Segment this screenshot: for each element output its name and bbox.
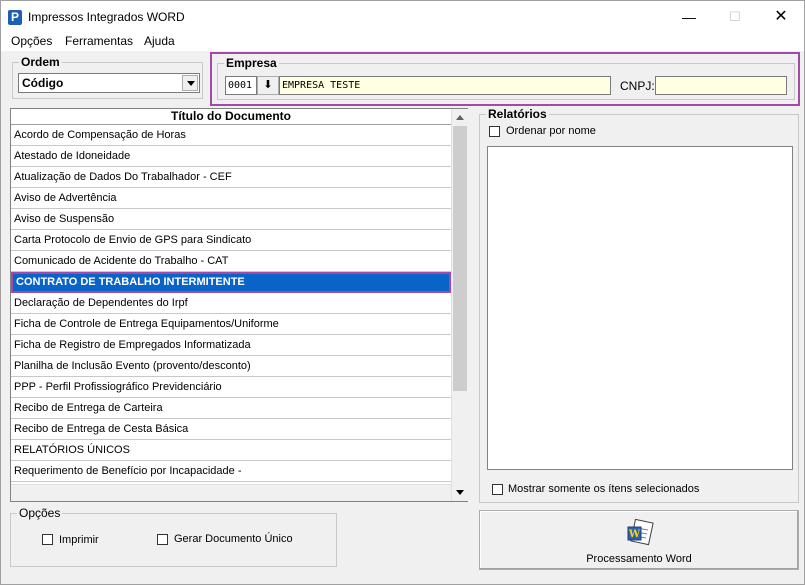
column-header-titulo[interactable]: Título do Documento <box>11 109 451 125</box>
table-row[interactable]: PPP - Perfil Profissiográfico Previdenci… <box>11 377 451 398</box>
svg-text:W: W <box>628 529 641 540</box>
table-row[interactable]: Carta Protocolo de Envio de GPS para Sin… <box>11 230 451 251</box>
scroll-up-icon[interactable] <box>452 109 468 126</box>
table-row[interactable]: Aviso de Suspensão <box>11 209 451 230</box>
processamento-word-label: Processamento Word <box>586 553 692 565</box>
chevron-down-icon[interactable] <box>182 75 198 91</box>
gerar-documento-unico-checkbox[interactable] <box>157 534 168 545</box>
table-row-selected[interactable]: CONTRATO DE TRABALHO INTERMITENTE <box>11 272 451 293</box>
table-row[interactable]: Declaração de Dependentes do Irpf <box>11 293 451 314</box>
table-row[interactable]: Ficha de Registro de Empregados Informat… <box>11 335 451 356</box>
table-row[interactable]: Recibo de Entrega de Carteira <box>11 398 451 419</box>
imprimir-label: Imprimir <box>59 534 99 546</box>
menu-bar: Opções Ferramentas Ajuda <box>1 33 804 51</box>
processamento-word-button[interactable]: W Processamento Word <box>479 510 799 570</box>
minimize-button[interactable]: — <box>666 1 712 33</box>
table-row[interactable]: RELATÓRIOS ÚNICOS <box>11 440 451 461</box>
table-row[interactable]: Atualização de Dados Do Trabalhador - CE… <box>11 167 451 188</box>
title-bar: P Impressos Integrados WORD — ☐ ✕ <box>1 1 804 33</box>
ordenar-por-nome-label: Ordenar por nome <box>506 125 596 137</box>
ordem-selected-value: Código <box>22 76 64 90</box>
mostrar-somente-label: Mostrar somente os ítens selecionados <box>508 483 700 495</box>
app-icon: P <box>8 10 22 25</box>
documents-rows: Acordo de Compensação de Horas Atestado … <box>11 125 451 482</box>
maximize-button[interactable]: ☐ <box>712 1 758 33</box>
table-row[interactable]: Acordo de Compensação de Horas <box>11 125 451 146</box>
scrollbar-thumb[interactable] <box>453 126 467 391</box>
horizontal-scrollbar[interactable] <box>11 484 451 501</box>
table-row[interactable]: Aviso de Advertência <box>11 188 451 209</box>
ordem-label: Ordem <box>19 55 62 69</box>
table-row[interactable]: Atestado de Idoneidade <box>11 146 451 167</box>
table-row[interactable]: Ficha de Controle de Entrega Equipamento… <box>11 314 451 335</box>
opcoes-label: Opções <box>17 506 63 520</box>
documents-list[interactable]: Título do Documento Acordo de Compensaçã… <box>10 108 468 502</box>
gerar-documento-unico-label: Gerar Documento Único <box>174 533 293 545</box>
window-title: Impressos Integrados WORD <box>28 10 185 24</box>
menu-ajuda[interactable]: Ajuda <box>144 34 175 48</box>
mostrar-somente-checkbox[interactable] <box>492 484 503 495</box>
ordenar-por-nome-checkbox[interactable] <box>489 126 500 137</box>
menu-ferramentas[interactable]: Ferramentas <box>65 34 133 48</box>
close-button[interactable]: ✕ <box>758 1 804 33</box>
ordem-select[interactable]: Código <box>18 73 200 93</box>
scroll-down-icon[interactable] <box>452 484 468 501</box>
vertical-scrollbar[interactable] <box>451 109 468 501</box>
imprimir-checkbox[interactable] <box>42 534 53 545</box>
word-document-icon: W <box>627 519 654 546</box>
relatorios-label: Relatórios <box>486 107 549 121</box>
table-row[interactable]: Requerimento de Benefício por Incapacida… <box>11 461 451 482</box>
table-row[interactable]: Planilha de Inclusão Evento (provento/de… <box>11 356 451 377</box>
relatorios-list[interactable] <box>487 146 793 470</box>
table-row[interactable]: Recibo de Entrega de Cesta Básica <box>11 419 451 440</box>
empresa-highlight-frame <box>210 52 800 106</box>
table-row[interactable]: Comunicado de Acidente do Trabalho - CAT <box>11 251 451 272</box>
menu-opcoes[interactable]: Opções <box>11 34 52 48</box>
main-window: P Impressos Integrados WORD — ☐ ✕ Opções… <box>0 0 805 585</box>
